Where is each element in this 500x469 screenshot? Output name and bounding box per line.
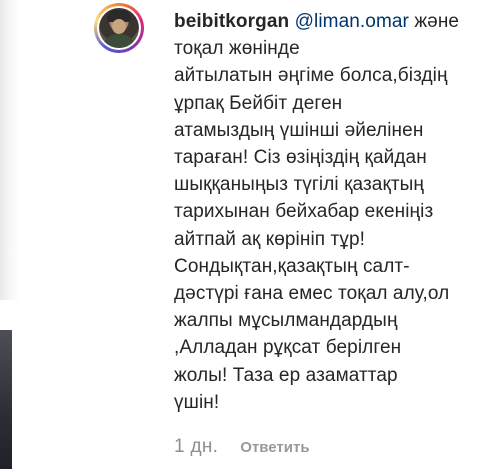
comment-page: beibitkorgan @liman.omar және тоқал жөні… (0, 0, 500, 469)
avatar-body (103, 34, 135, 48)
comment-text: және тоқал жөнінде айтылатын әңгіме болс… (174, 11, 460, 413)
left-edge-strip (0, 0, 24, 469)
comment-mention[interactable]: @liman.omar (295, 11, 409, 32)
comment-timestamp[interactable]: 1 дн. (174, 436, 218, 458)
comment-body: beibitkorgan @liman.omar және тоқал жөні… (174, 8, 494, 416)
comment-meta: 1 дн. Ответить (174, 436, 310, 458)
avatar[interactable] (94, 3, 144, 53)
comment-username[interactable]: beibitkorgan (174, 11, 289, 32)
left-edge-shade (0, 0, 20, 300)
avatar-face (112, 19, 126, 34)
avatar-photo (99, 8, 139, 48)
reply-button[interactable]: Ответить (240, 439, 309, 456)
avatar-ring-gap (97, 6, 141, 50)
left-edge-dark-block (0, 330, 12, 469)
